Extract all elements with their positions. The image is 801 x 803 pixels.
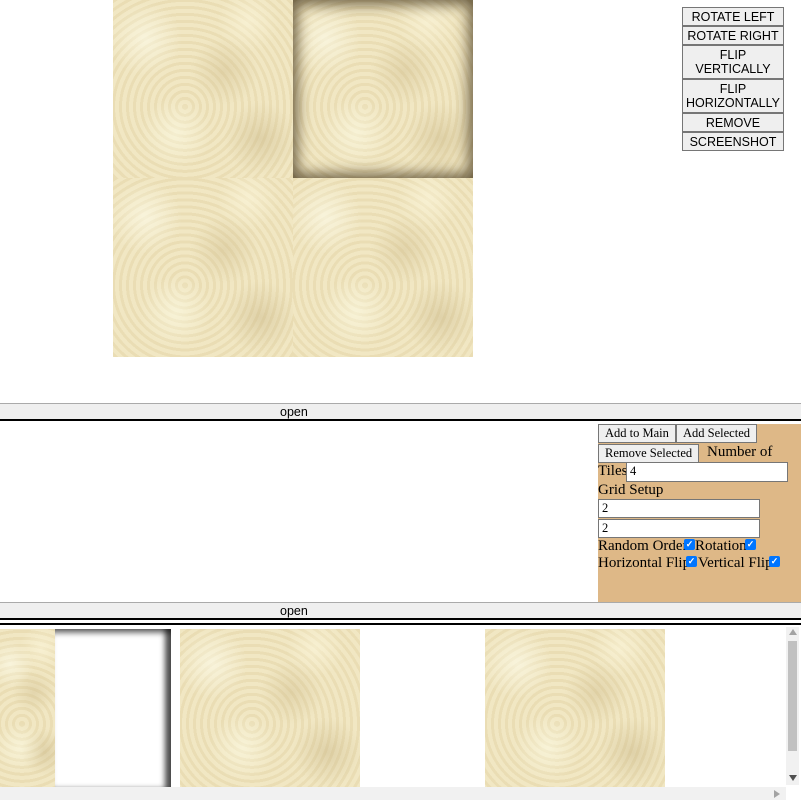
open-divider-bottom-label: open [280,604,308,618]
remove-button[interactable]: REMOVE [682,113,784,132]
vertical-flip-checkbox[interactable]: ✓ [769,556,780,567]
rotate-left-button[interactable]: ROTATE LEFT [682,7,784,26]
vertical-scroll-thumb[interactable] [788,641,797,751]
library-tile-4[interactable] [485,629,665,787]
controls-panel: Add to Main Add Selected Remove Selected… [598,424,801,602]
rotate-right-button[interactable]: ROTATE RIGHT [682,26,784,45]
number-of-tiles-input[interactable]: 4 [626,462,788,482]
rotation-label: Rotation [695,538,747,554]
library-tile-1[interactable] [0,629,55,787]
library-tile-2-shadow[interactable] [55,629,171,787]
rotation-checkbox[interactable]: ✓ [745,539,756,550]
selection-area[interactable] [0,424,598,602]
scroll-right-arrow[interactable] [774,790,780,798]
remove-selected-button[interactable]: Remove Selected [598,444,700,463]
horizontal-flip-label: Horizontal Flip [598,555,691,571]
open-divider-top[interactable]: open [0,403,801,421]
flip-vertically-button[interactable]: FLIP VERTICALLY [682,45,784,79]
grid-setup-label: Grid Setup [598,482,664,498]
horizontal-flip-checkbox[interactable]: ✓ [686,556,697,567]
flip-horizontally-button[interactable]: FLIP HORIZONTALLY [682,79,784,113]
grid-cols-input[interactable]: 2 [598,519,760,538]
tile-top-left[interactable] [113,0,293,178]
tile-library[interactable] [0,623,801,803]
tile-top-right-selected[interactable] [293,0,473,178]
scroll-down-arrow[interactable] [789,775,797,781]
tiles-label: Tiles [598,463,628,479]
add-selected-button[interactable]: Add Selected [676,424,757,443]
random-order-label: Random Order [598,538,688,554]
library-tile-3[interactable] [180,629,360,787]
grid-rows-input[interactable]: 2 [598,499,760,518]
add-to-main-button[interactable]: Add to Main [598,424,676,443]
scroll-up-arrow[interactable] [789,629,797,635]
open-divider-bottom[interactable]: open [0,602,801,620]
number-of-tiles-label: Number of [707,444,773,460]
vertical-scrollbar[interactable] [786,627,799,785]
open-divider-top-label: open [280,405,308,419]
tile-bottom-right[interactable] [293,178,473,357]
horizontal-scrollbar[interactable] [0,787,786,800]
screenshot-button[interactable]: SCREENSHOT [682,132,784,151]
tile-bottom-left[interactable] [113,178,293,357]
random-order-checkbox[interactable]: ✓ [684,539,695,550]
vertical-flip-label: Vertical Flip [698,555,773,571]
main-canvas[interactable] [113,0,473,357]
